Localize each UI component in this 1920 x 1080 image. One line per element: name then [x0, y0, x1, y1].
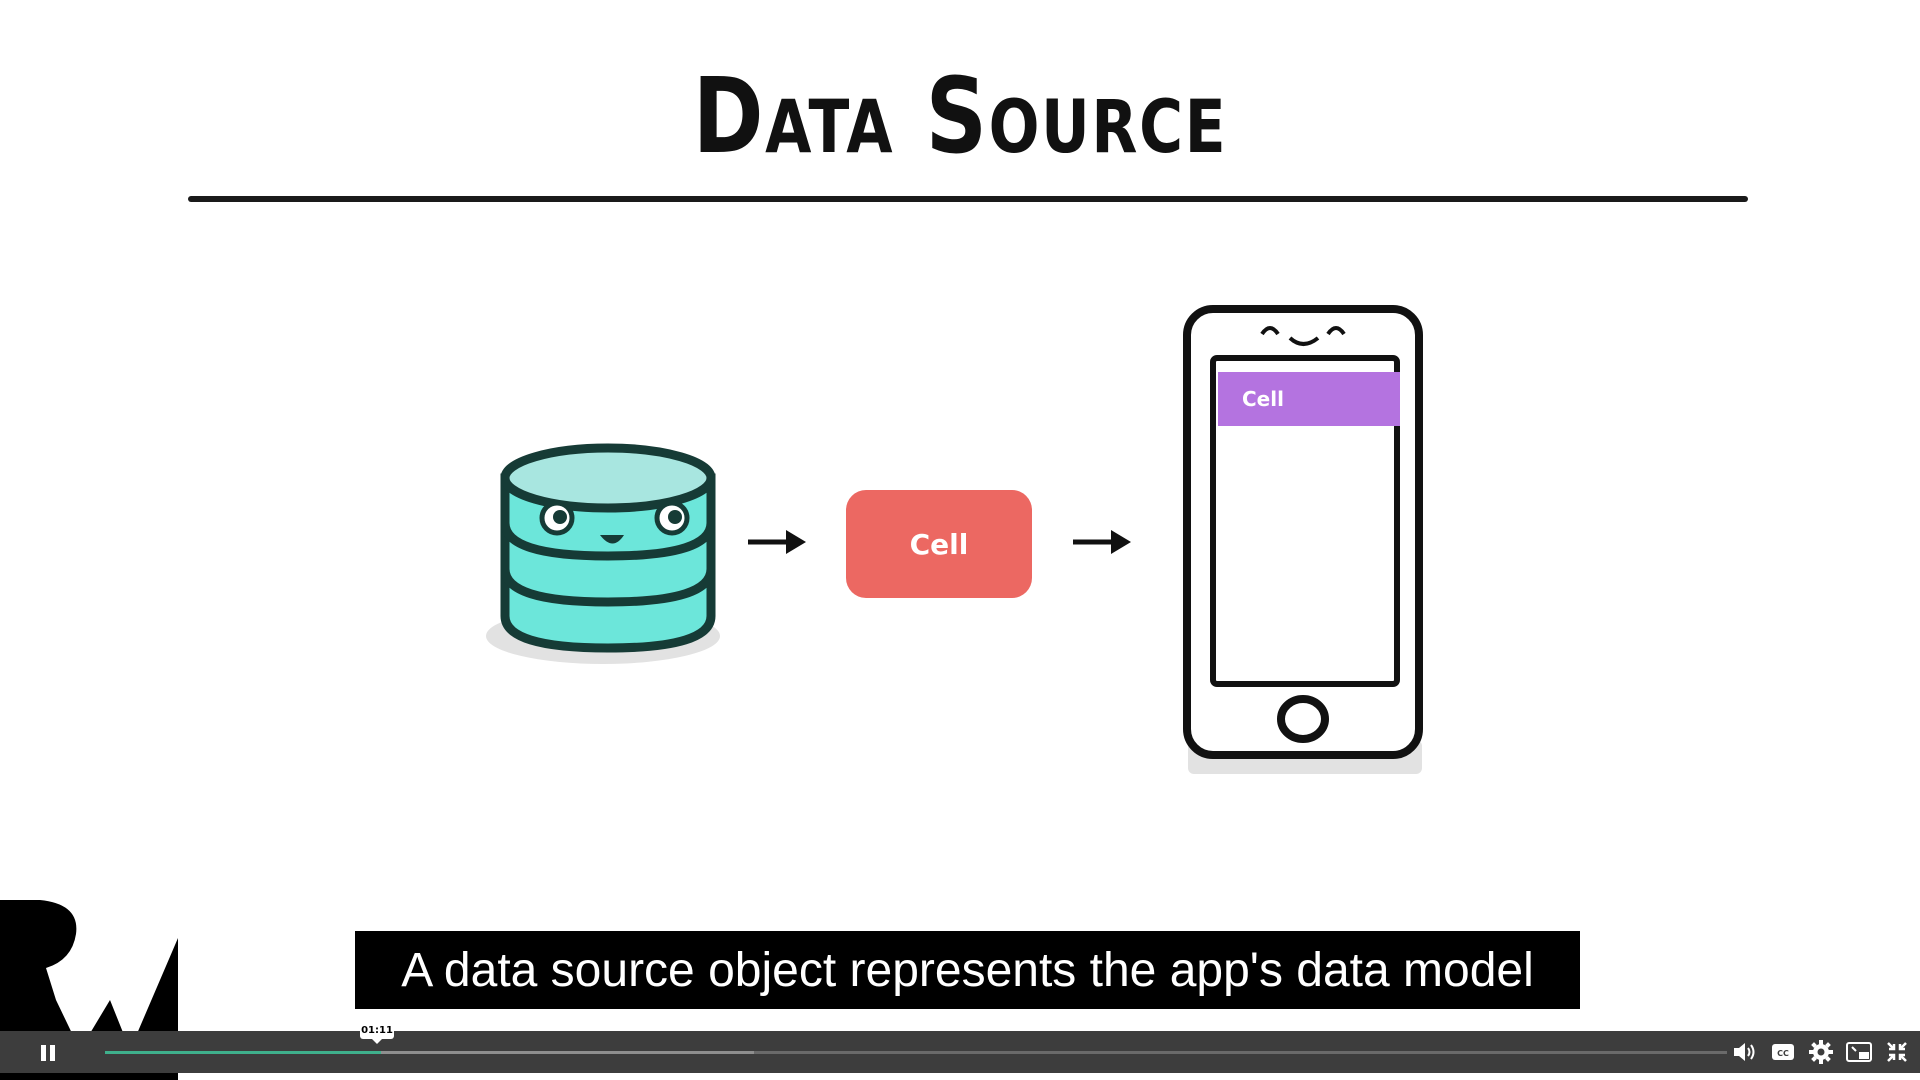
captions-label: CC	[1777, 1049, 1789, 1058]
cell-box: Cell	[846, 490, 1032, 598]
phone-table-cell: Cell	[1218, 372, 1400, 426]
volume-icon	[1734, 1043, 1755, 1061]
database-icon	[500, 443, 716, 653]
exit-fullscreen-icon	[1887, 1042, 1907, 1062]
gear-icon	[1809, 1040, 1833, 1064]
time-tooltip: 01:11	[360, 1022, 394, 1044]
pause-button[interactable]	[28, 1040, 68, 1066]
exit-fullscreen-button[interactable]	[1884, 1039, 1910, 1065]
subtitle-caption: A data source object represents the app'…	[355, 931, 1580, 1009]
settings-button[interactable]	[1808, 1039, 1834, 1065]
video-frame: Data Source Cell Cell A data source obje…	[0, 0, 1920, 1080]
picture-in-picture-icon	[1846, 1042, 1872, 1062]
pause-icon-bar	[50, 1045, 55, 1061]
played-bar	[105, 1051, 381, 1054]
captions-icon: CC	[1772, 1044, 1794, 1060]
player-right-controls: CC	[1732, 1036, 1910, 1068]
progress-track[interactable]	[105, 1051, 1727, 1054]
pause-icon	[41, 1045, 46, 1061]
volume-button[interactable]	[1732, 1039, 1758, 1065]
captions-button[interactable]: CC	[1770, 1039, 1796, 1065]
pip-button[interactable]	[1846, 1039, 1872, 1065]
